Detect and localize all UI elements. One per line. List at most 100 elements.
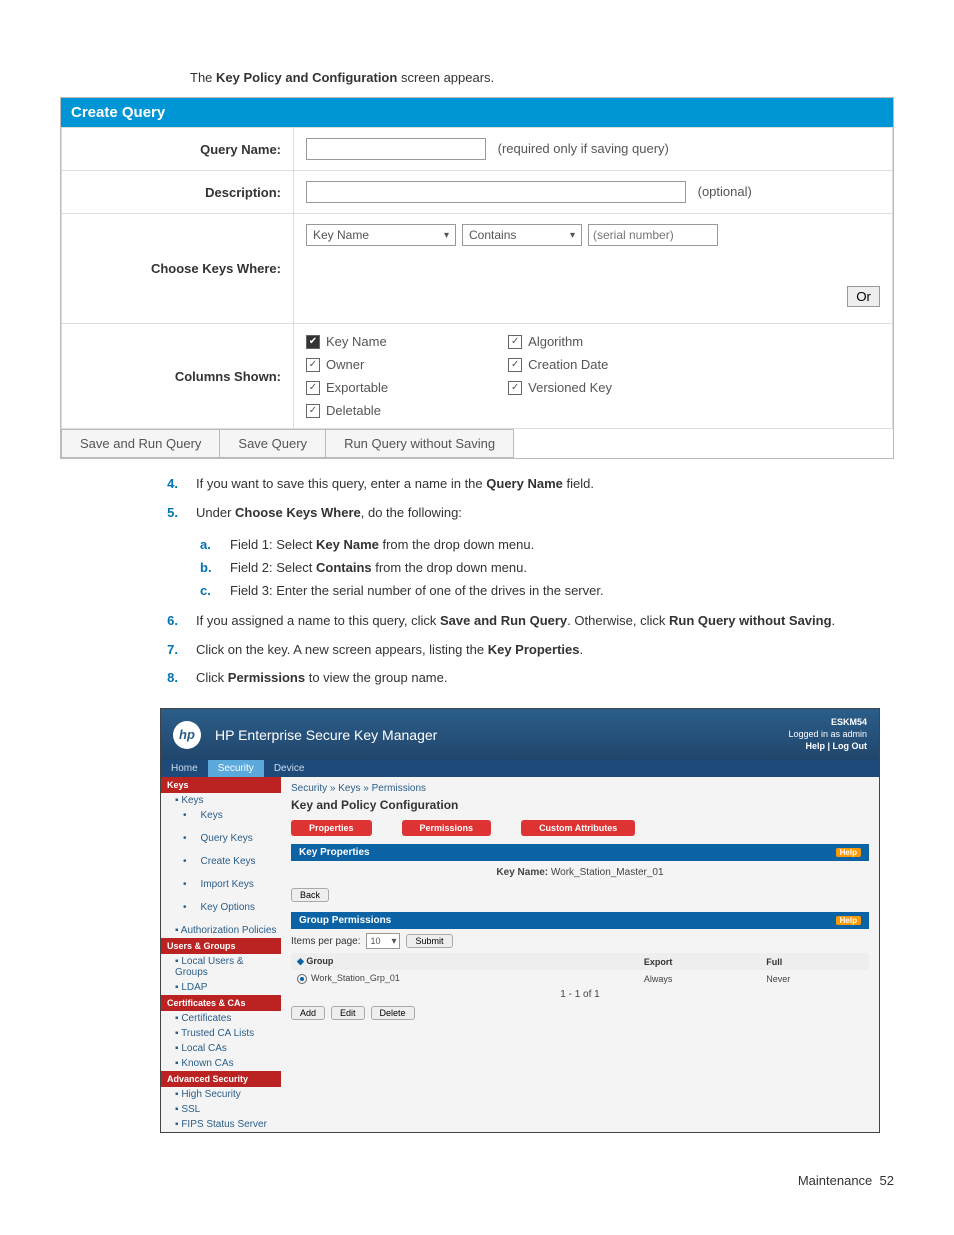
pill-properties[interactable]: Properties (291, 820, 372, 836)
tab-security[interactable]: Security (208, 760, 264, 777)
col-export[interactable]: Export (638, 953, 760, 970)
sidebar-item[interactable]: Keys (161, 793, 281, 808)
page-heading: Key and Policy Configuration (291, 798, 869, 812)
intro-sentence: The Key Policy and Configuration screen … (190, 70, 894, 85)
intro-suffix: screen appears. (401, 70, 494, 85)
sidebar-sec-adv: Advanced Security (161, 1071, 281, 1087)
col-full[interactable]: Full (760, 953, 869, 970)
hp-logo-icon: hp (173, 721, 201, 749)
app-userbox: ESKM54 Logged in as admin Help | Log Out (788, 717, 867, 752)
query-name-label: Query Name: (62, 128, 294, 171)
add-button[interactable]: Add (291, 1006, 325, 1020)
choose-keys-label: Choose Keys Where: (62, 214, 294, 324)
sidebar-item[interactable]: Known CAs (161, 1056, 281, 1071)
page-footer: Maintenance 52 (60, 1173, 894, 1188)
help-icon[interactable]: Help (836, 848, 861, 857)
run-without-saving-button[interactable]: Run Query without Saving (326, 429, 514, 458)
sidebar-item[interactable]: Local CAs (161, 1041, 281, 1056)
checkbox-icon: ✓ (306, 381, 320, 395)
edit-button[interactable]: Edit (331, 1006, 365, 1020)
key-name-row: Key Name: Work_Station_Master_01 (291, 861, 869, 884)
checkbox-icon: ✓ (508, 335, 522, 349)
step-8: 8. Click Permissions to view the group n… (160, 669, 894, 688)
checkbox-icon: ✓ (306, 404, 320, 418)
key-properties-header: Key Properties Help (291, 844, 869, 861)
app-tabs: Home Security Device (161, 760, 879, 777)
sidebar-item[interactable]: High Security (161, 1087, 281, 1102)
col-exportable[interactable]: ✓Exportable (306, 380, 388, 395)
sidebar-item[interactable]: Certificates (161, 1011, 281, 1026)
step-5: 5. Under Choose Keys Where, do the follo… (160, 504, 894, 523)
sidebar-sec-keys: Keys (161, 777, 281, 793)
col-group[interactable]: Group (291, 953, 638, 970)
sidebar-item[interactable]: Trusted CA Lists (161, 1026, 281, 1041)
step-5a: a.Field 1: Select Key Name from the drop… (200, 537, 894, 552)
sidebar-sec-users: Users & Groups (161, 938, 281, 954)
sidebar-item[interactable]: Create Keys (161, 854, 281, 869)
items-per-page-select[interactable]: 10▾ (366, 933, 400, 949)
main-content: Security » Keys » Permissions Key and Po… (281, 777, 879, 1132)
col-keyname[interactable]: ✔Key Name (306, 334, 388, 349)
sidebar-item[interactable]: Query Keys (161, 831, 281, 846)
sidebar-item[interactable]: Keys (161, 808, 281, 823)
step-6: 6. If you assigned a name to this query,… (160, 612, 894, 631)
checkbox-icon: ✓ (508, 358, 522, 372)
app-header: hp HP Enterprise Secure Key Manager ESKM… (161, 709, 879, 760)
description-hint: (optional) (698, 184, 752, 199)
step-4: 4. If you want to save this query, enter… (160, 475, 894, 494)
sidebar-item[interactable]: SSL (161, 1102, 281, 1117)
step-5b: b.Field 2: Select Contains from the drop… (200, 560, 894, 575)
delete-button[interactable]: Delete (371, 1006, 415, 1020)
chevron-down-icon: ▾ (570, 230, 575, 241)
columns-shown-label: Columns Shown: (62, 324, 294, 429)
query-name-input[interactable] (306, 138, 486, 160)
tab-home[interactable]: Home (161, 760, 208, 777)
back-button[interactable]: Back (291, 888, 329, 902)
col-owner[interactable]: ✓Owner (306, 357, 388, 372)
help-logout-links[interactable]: Help | Log Out (788, 741, 867, 753)
breadcrumb[interactable]: Security » Keys » Permissions (291, 783, 869, 794)
sidebar-item[interactable]: Import Keys (161, 877, 281, 892)
sidebar-item[interactable]: LDAP (161, 980, 281, 995)
create-query-panel: Create Query Query Name: (required only … (60, 97, 894, 459)
sidebar-item[interactable]: Key Options (161, 900, 281, 915)
sidebar-item[interactable]: FIPS Status Server (161, 1117, 281, 1132)
chevron-down-icon: ▾ (391, 936, 396, 947)
sidebar-sec-certs: Certificates & CAs (161, 995, 281, 1011)
description-input[interactable] (306, 181, 686, 203)
step-7: 7. Click on the key. A new screen appear… (160, 641, 894, 660)
choose-keys-field3[interactable] (588, 224, 718, 246)
col-algorithm[interactable]: ✓Algorithm (508, 334, 612, 349)
submit-button[interactable]: Submit (406, 934, 452, 948)
sub-steps: a.Field 1: Select Key Name from the drop… (200, 537, 894, 598)
items-per-page: Items per page: 10▾ Submit (291, 933, 869, 949)
description-label: Description: (62, 171, 294, 214)
sidebar-item[interactable]: Local Users & Groups (161, 954, 281, 980)
choose-keys-field1[interactable]: Key Name▾ (306, 224, 456, 246)
choose-keys-field2[interactable]: Contains▾ (462, 224, 582, 246)
pill-custom-attributes[interactable]: Custom Attributes (521, 820, 635, 836)
create-query-footer: Save and Run Query Save Query Run Query … (61, 429, 893, 458)
app-screenshot: hp HP Enterprise Secure Key Manager ESKM… (160, 708, 880, 1133)
product-code: ESKM54 (788, 717, 867, 729)
create-query-title: Create Query (61, 98, 893, 127)
save-and-run-button[interactable]: Save and Run Query (61, 429, 220, 458)
help-icon[interactable]: Help (836, 916, 861, 925)
instruction-steps: 4. If you want to save this query, enter… (160, 475, 894, 523)
login-status: Logged in as admin (788, 729, 867, 741)
save-query-button[interactable]: Save Query (220, 429, 326, 458)
intro-prefix: The (190, 70, 216, 85)
pagination-range: 1 - 1 of 1 (291, 987, 869, 1002)
col-versioned-key[interactable]: ✓Versioned Key (508, 380, 612, 395)
col-creation-date[interactable]: ✓Creation Date (508, 357, 612, 372)
radio-icon[interactable] (297, 974, 307, 984)
checkbox-icon: ✔ (306, 335, 320, 349)
sidebar: Keys Keys Keys Query Keys Create Keys Im… (161, 777, 281, 1132)
pill-permissions[interactable]: Permissions (402, 820, 492, 836)
sidebar-item[interactable]: Authorization Policies (161, 923, 281, 938)
col-deletable[interactable]: ✓Deletable (306, 403, 388, 418)
or-button[interactable]: Or (847, 286, 880, 307)
tab-device[interactable]: Device (264, 760, 315, 777)
checkbox-icon: ✓ (508, 381, 522, 395)
table-row[interactable]: Work_Station_Grp_01 Always Never (291, 970, 869, 987)
